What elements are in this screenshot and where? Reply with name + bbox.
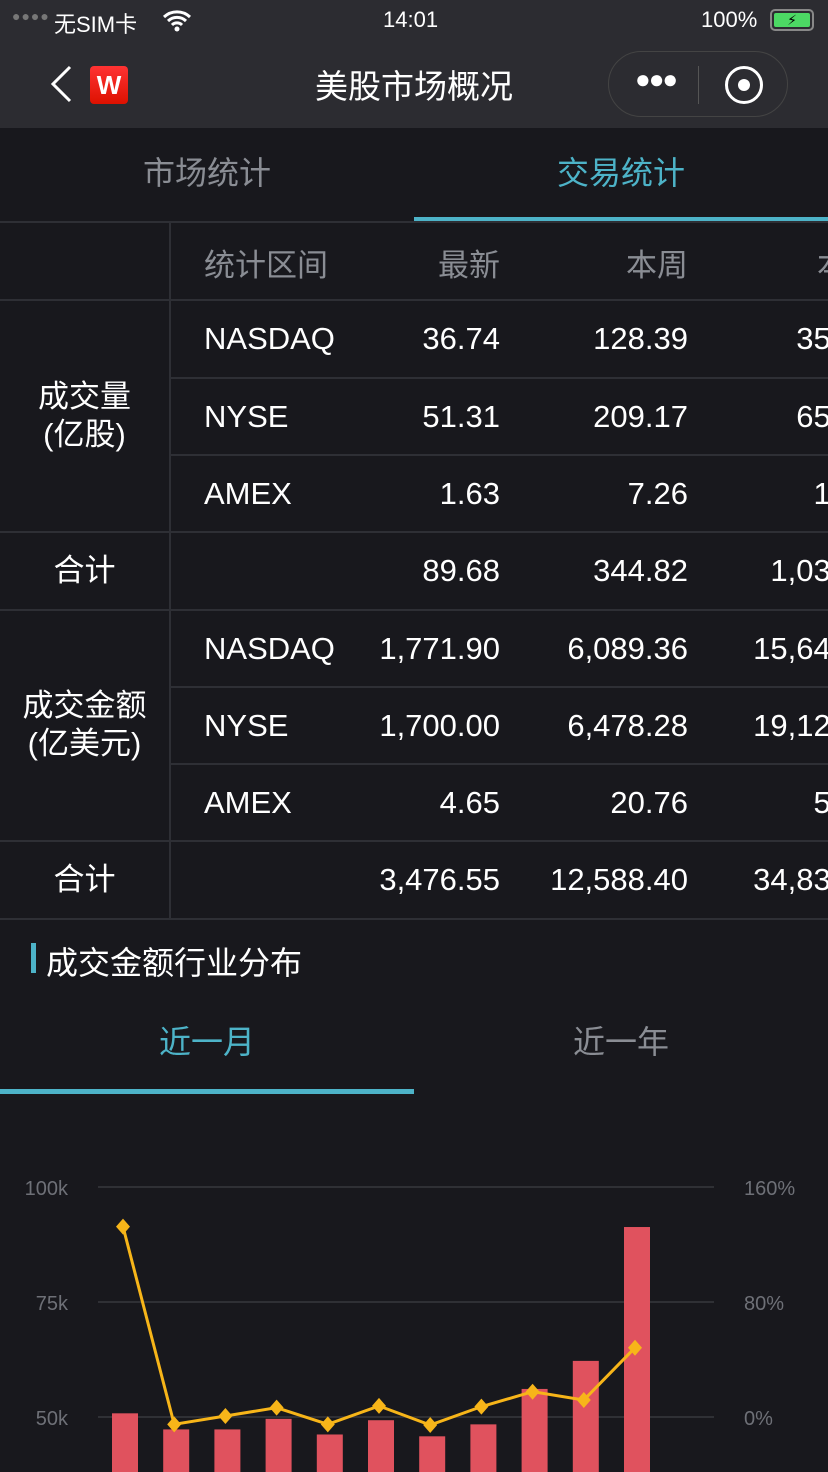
header-col-1: 最新: [438, 248, 500, 283]
close-miniprogram-icon[interactable]: [725, 66, 763, 104]
line-point: [372, 1397, 386, 1414]
line-point: [269, 1399, 284, 1416]
battery-percent: 100%: [701, 7, 758, 32]
more-icon[interactable]: ●●●: [635, 64, 678, 95]
total-value: 344.82: [593, 553, 688, 589]
exchange-name: NYSE: [204, 398, 289, 434]
trade-stats-table: 统计区间 最新 本周 本 NASDAQ 36.74 128.39 359 NYSE 51.31 20…: [0, 223, 828, 920]
line-point: [320, 1416, 335, 1433]
group-label: 成交金额 (亿美元): [22, 688, 147, 762]
cell-value: 656: [796, 398, 828, 434]
bar: [112, 1413, 138, 1472]
cell-value: 7.26: [627, 475, 688, 511]
cell-value: 209.17: [593, 398, 688, 434]
left-axis-tick: 100k: [25, 1178, 69, 1200]
tab-market-stats[interactable]: 市场统计: [0, 128, 414, 222]
tab-last-month[interactable]: 近一月: [0, 1000, 414, 1094]
section-title: 成交金额行业分布: [46, 945, 303, 981]
tab-last-year[interactable]: 近一年: [414, 1000, 828, 1094]
battery-icon: ⚡: [770, 9, 814, 31]
cell-value: 6,089.36: [567, 630, 688, 666]
exchange-name: NYSE: [204, 707, 289, 743]
total-label: 合计: [53, 862, 116, 898]
cell-value: 18: [813, 475, 828, 511]
bar: [316, 1434, 343, 1472]
nav-bar: W 美股市场概况 ●●●: [0, 40, 828, 128]
total-value: 3,476.55: [379, 862, 500, 898]
total-value: 89.68: [422, 553, 500, 589]
bar: [572, 1360, 599, 1472]
exchange-name: NASDAQ: [204, 321, 335, 357]
cell-value: 36.74: [422, 321, 500, 357]
group-label: 成交量 (亿股): [38, 379, 131, 453]
cell-value: 359: [796, 321, 828, 357]
main-tabs: 市场统计 交易统计: [0, 128, 828, 222]
cell-value: 1.63: [439, 475, 500, 511]
bar: [521, 1388, 548, 1472]
cell-value: 20.76: [610, 785, 688, 821]
header-col-3: 本: [817, 227, 828, 304]
right-axis-tick: 160%: [744, 1178, 795, 1200]
total-value: 34,832: [753, 862, 828, 898]
header-col-2: 本周: [626, 248, 688, 283]
total-label: 合计: [53, 553, 116, 589]
line-point: [116, 1218, 130, 1235]
bar: [368, 1420, 394, 1472]
line-point: [474, 1398, 489, 1415]
capsule-menu: ●●●: [608, 51, 788, 117]
ratio-line: [121, 1226, 637, 1427]
right-axis-tick: 0%: [744, 1408, 773, 1430]
bar: [265, 1418, 292, 1472]
tab-trade-stats[interactable]: 交易统计: [414, 128, 828, 222]
cell-value: 1,771.90: [379, 630, 500, 666]
cell-value: 4.65: [439, 785, 500, 821]
cell-value: 51.31: [422, 398, 500, 434]
carrier: 无SIM卡: [54, 12, 138, 37]
exchange-name: NASDAQ: [204, 630, 335, 666]
section-marker: [31, 943, 36, 973]
industry-turnover-chart: 100k 160% 75k 80% 50k 0%: [25, 1178, 795, 1472]
wifi-icon: [162, 10, 192, 32]
left-axis-tick: 50k: [36, 1408, 69, 1430]
total-value: 1,034: [770, 553, 828, 589]
bar: [470, 1424, 497, 1472]
bar: [214, 1429, 241, 1472]
line-point: [423, 1417, 438, 1434]
cell-value: 6,478.28: [567, 707, 688, 743]
cell-value: 128.39: [593, 321, 688, 357]
clock: 14:01: [383, 7, 439, 32]
status-bar: ●●●● 无SIM卡 14:01 100% ⚡: [0, 0, 828, 40]
line-point: [218, 1407, 233, 1424]
bar: [163, 1429, 190, 1472]
header-period: 统计区间: [204, 248, 328, 283]
exchange-name: AMEX: [204, 475, 292, 511]
cell-value: 19,127: [753, 707, 828, 743]
period-tabs: 近一月 近一年: [0, 1000, 828, 1094]
cell-value: 15,648: [753, 630, 828, 666]
signal-icon: ●●●●: [12, 8, 50, 24]
left-axis-tick: 75k: [36, 1293, 69, 1315]
total-value: 12,588.40: [550, 862, 688, 898]
right-axis-tick: 80%: [744, 1293, 784, 1315]
exchange-name: AMEX: [204, 785, 292, 821]
cell-value: 57: [813, 785, 828, 821]
cell-value: 1,700.00: [379, 707, 500, 743]
bar: [419, 1436, 446, 1472]
